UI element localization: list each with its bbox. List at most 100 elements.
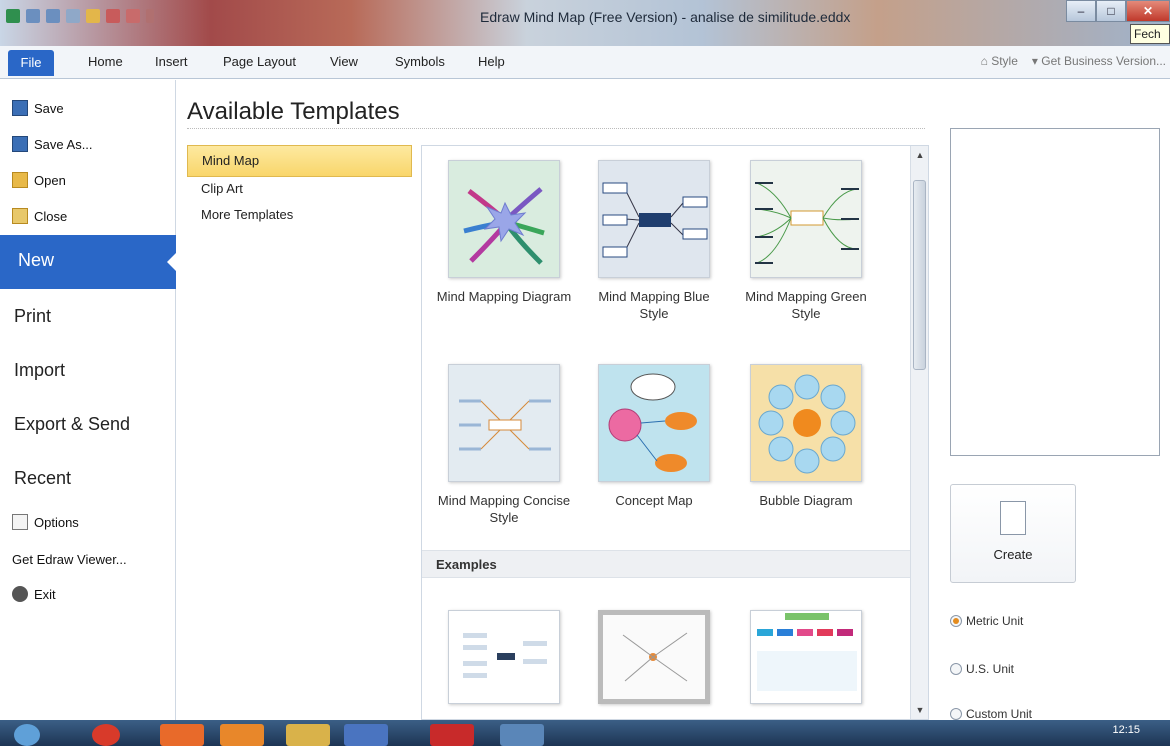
folder-close-icon: [12, 208, 28, 224]
tab-file[interactable]: File: [8, 50, 54, 76]
new-file-icon[interactable]: [86, 9, 100, 23]
divider: [187, 128, 925, 129]
example-2[interactable]: [584, 610, 724, 704]
category-clip-art[interactable]: Clip Art: [187, 177, 412, 203]
tab-home[interactable]: Home: [88, 54, 123, 69]
taskbar-app-icon[interactable]: [220, 724, 264, 746]
tab-view[interactable]: View: [330, 54, 358, 69]
start-button[interactable]: [14, 724, 40, 746]
minimize-button[interactable]: –: [1066, 0, 1096, 22]
example-thumbnail: [750, 610, 862, 704]
template-bubble-diagram[interactable]: Bubble Diagram: [736, 364, 876, 509]
bubble-diagram-preview: [751, 365, 861, 481]
radio-us-unit[interactable]: U.S. Unit: [950, 662, 1014, 676]
save-icon[interactable]: [106, 9, 120, 23]
print-icon[interactable]: [126, 9, 140, 23]
ribbon-right: ⌂ Style ▾ Get Business Version...: [981, 54, 1166, 68]
taskbar-app-icon[interactable]: [160, 724, 204, 746]
taskbar-app-icon[interactable]: [430, 724, 474, 746]
nav-save[interactable]: Save: [12, 100, 64, 116]
quick-access-toolbar: [6, 9, 154, 23]
document-icon: [1000, 501, 1026, 535]
redo-icon[interactable]: [46, 9, 60, 23]
backstage-nav: Save Save As... Open Close New Print Imp…: [0, 80, 176, 720]
template-gallery: Mind Mapping Diagram Mind Mapping Blue S…: [421, 145, 929, 720]
undo-icon[interactable]: [26, 9, 40, 23]
template-concept-map[interactable]: Concept Map: [584, 364, 724, 509]
taskbar-word-icon[interactable]: [344, 724, 388, 746]
template-categories: Mind Map Clip Art More Templates: [187, 145, 412, 229]
pointer-icon[interactable]: [66, 9, 80, 23]
title-bar: Edraw Mind Map (Free Version) - analise …: [0, 0, 1170, 46]
tab-insert[interactable]: Insert: [155, 54, 188, 69]
customize-qat-icon[interactable]: [146, 9, 154, 23]
concise-style-preview: [449, 365, 559, 481]
business-version-link[interactable]: ▾ Get Business Version...: [1032, 54, 1166, 68]
category-mind-map[interactable]: Mind Map: [187, 145, 412, 177]
options-icon: [12, 514, 28, 530]
template-thumbnail: [750, 160, 862, 278]
style-menu[interactable]: ⌂ Style: [981, 54, 1018, 68]
nav-get-viewer[interactable]: Get Edraw Viewer...: [12, 552, 127, 567]
exit-icon: [12, 586, 28, 602]
examples-header: Examples: [422, 550, 910, 578]
save-icon: [12, 100, 28, 116]
window-controls: – □ ✕: [1066, 0, 1170, 22]
radio-metric-unit[interactable]: Metric Unit: [950, 614, 1023, 628]
radio-selected-icon: [950, 615, 962, 627]
radio-custom-unit[interactable]: Custom Unit: [950, 707, 1032, 721]
taskbar-app-icon[interactable]: [92, 724, 120, 746]
create-button[interactable]: Create: [950, 484, 1076, 583]
example-1[interactable]: [434, 610, 574, 704]
template-mind-mapping-green-style[interactable]: Mind Mapping Green Style: [736, 160, 876, 322]
dropdown-icon: ▾: [1031, 54, 1042, 68]
nav-open[interactable]: Open: [12, 172, 66, 188]
example-1-preview: [449, 611, 559, 703]
nav-import[interactable]: Import: [14, 360, 65, 381]
taskbar-app-icon[interactable]: [286, 724, 330, 746]
nav-recent[interactable]: Recent: [14, 468, 71, 489]
taskbar-app-icon[interactable]: [500, 724, 544, 746]
template-mind-mapping-concise-style[interactable]: Mind Mapping Concise Style: [434, 364, 574, 526]
tab-symbols[interactable]: Symbols: [395, 54, 445, 69]
example-3-preview: [751, 611, 861, 703]
template-mind-mapping-diagram[interactable]: Mind Mapping Diagram: [434, 160, 574, 305]
concept-map-preview: [599, 365, 709, 481]
nav-close[interactable]: Close: [12, 208, 67, 224]
nav-print[interactable]: Print: [14, 306, 51, 327]
template-thumbnail: [448, 160, 560, 278]
maximize-button[interactable]: □: [1096, 0, 1126, 22]
window-title: Edraw Mind Map (Free Version) - analise …: [480, 9, 851, 25]
nav-save-as[interactable]: Save As...: [12, 136, 93, 152]
ribbon-tabs: File Home Insert Page Layout View Symbol…: [0, 46, 1170, 79]
scroll-thumb[interactable]: [913, 180, 926, 370]
template-mind-mapping-blue-style[interactable]: Mind Mapping Blue Style: [584, 160, 724, 322]
gallery-scrollbar[interactable]: ▲ ▼: [910, 146, 928, 719]
template-thumbnail: [448, 364, 560, 482]
example-thumbnail: [448, 610, 560, 704]
example-2-preview: [603, 615, 705, 699]
taskbar: 12:15: [0, 720, 1170, 746]
tab-page-layout[interactable]: Page Layout: [223, 54, 296, 69]
nav-export-send[interactable]: Export & Send: [14, 414, 130, 435]
example-3[interactable]: [736, 610, 876, 704]
mind-map-diagram-preview: [449, 161, 559, 277]
scroll-down-icon[interactable]: ▼: [911, 701, 928, 719]
nav-options[interactable]: Options: [12, 514, 79, 530]
category-more-templates[interactable]: More Templates: [187, 203, 412, 229]
page-title: Available Templates: [187, 98, 400, 125]
nav-new[interactable]: New: [0, 235, 176, 289]
app-icon: [6, 9, 20, 23]
tab-help[interactable]: Help: [478, 54, 505, 69]
close-button[interactable]: ✕: [1126, 0, 1170, 22]
scroll-up-icon[interactable]: ▲: [911, 146, 928, 164]
style-icon: ⌂: [980, 54, 992, 68]
example-thumbnail: [598, 610, 710, 704]
folder-open-icon: [12, 172, 28, 188]
radio-icon: [950, 663, 962, 675]
template-thumbnail: [598, 160, 710, 278]
blue-style-preview: [599, 161, 709, 277]
green-style-preview: [751, 161, 861, 277]
close-tooltip: Fech: [1130, 24, 1170, 44]
nav-exit[interactable]: Exit: [12, 586, 56, 602]
